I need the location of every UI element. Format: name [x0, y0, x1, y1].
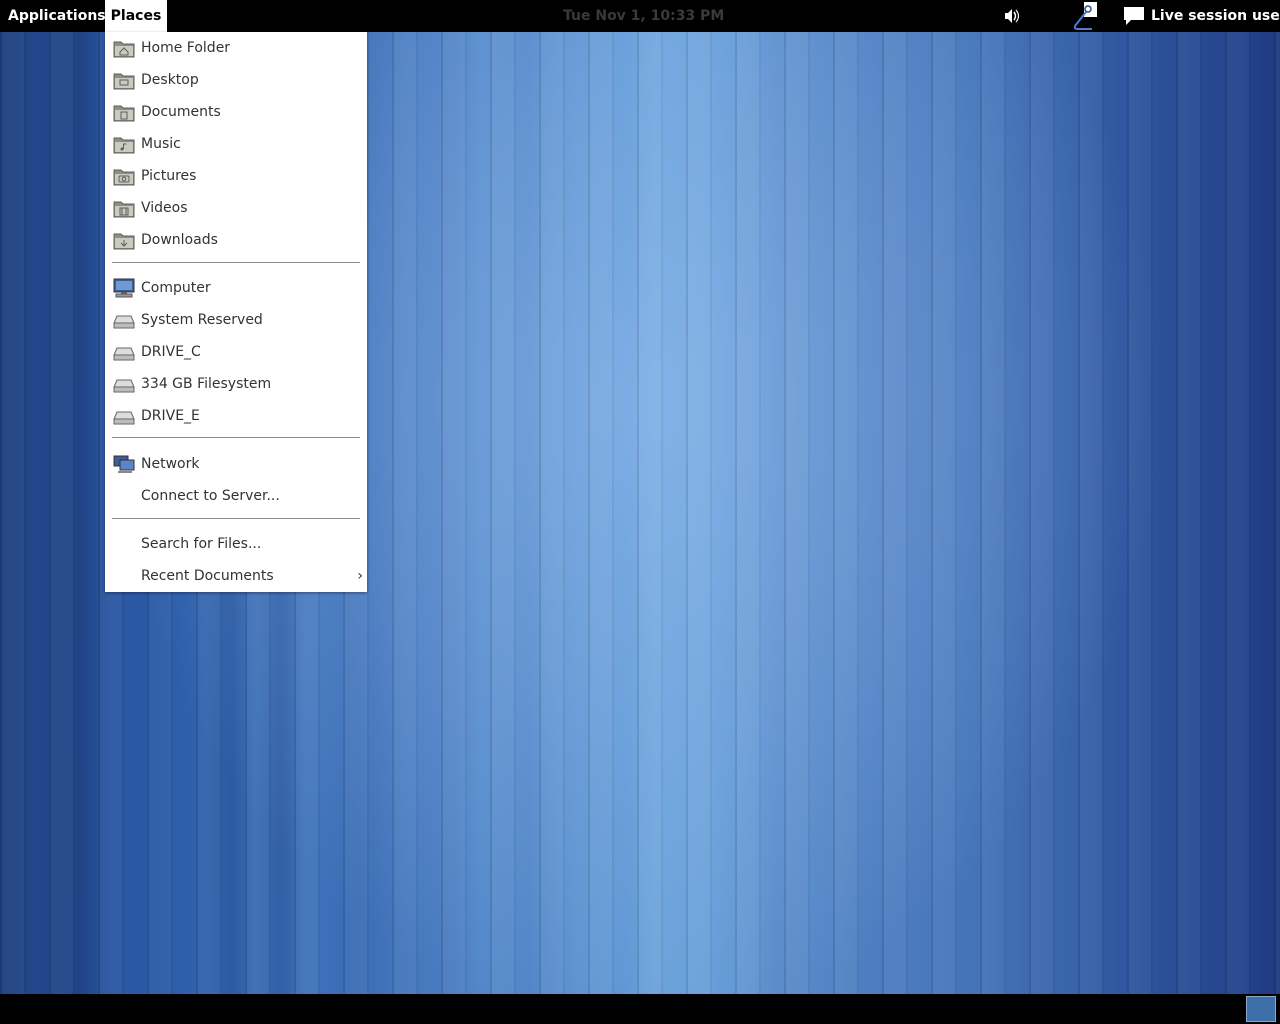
drive-icon: [113, 406, 135, 426]
places-item-pictures[interactable]: Pictures: [105, 160, 367, 192]
bottom-panel: [0, 994, 1280, 1024]
places-item-videos[interactable]: Videos: [105, 192, 367, 224]
places-item-drive-e[interactable]: DRIVE_E: [105, 400, 367, 432]
folder-pictures-icon: [113, 166, 135, 186]
places-item-system-reserved[interactable]: System Reserved: [105, 304, 367, 336]
places-item-network[interactable]: Network: [105, 448, 367, 480]
chat-icon[interactable]: [1122, 0, 1146, 32]
places-item-music[interactable]: Music: [105, 128, 367, 160]
menu-separator: [112, 262, 360, 263]
folder-documents-icon: [113, 102, 135, 122]
places-item-downloads[interactable]: Downloads: [105, 224, 367, 256]
places-dropdown-menu: Home Folder Desktop Documents Music Pict…: [105, 32, 367, 592]
user-menu-button[interactable]: Live session user: [1151, 0, 1280, 32]
places-menu-button[interactable]: Places: [105, 0, 167, 32]
drive-icon: [113, 310, 135, 330]
places-item-computer[interactable]: Computer: [105, 272, 367, 304]
accessibility-icon[interactable]: [1070, 0, 1100, 32]
places-item-334gb-filesystem[interactable]: 334 GB Filesystem: [105, 368, 367, 400]
workspace-switcher[interactable]: [1246, 996, 1276, 1022]
computer-icon: [113, 278, 135, 298]
folder-music-icon: [113, 134, 135, 154]
menu-separator: [112, 437, 360, 438]
network-icon: [113, 454, 135, 474]
places-item-desktop[interactable]: Desktop: [105, 64, 367, 96]
folder-desktop-icon: [113, 70, 135, 90]
chevron-right-icon: ›: [357, 568, 363, 584]
places-item-recent-documents[interactable]: Recent Documents ›: [105, 560, 367, 592]
folder-downloads-icon: [113, 230, 135, 250]
clock[interactable]: Tue Nov 1, 10:33 PM: [563, 0, 724, 32]
places-item-documents[interactable]: Documents: [105, 96, 367, 128]
places-item-home-folder[interactable]: Home Folder: [105, 32, 367, 64]
drive-icon: [113, 342, 135, 362]
places-item-search-for-files[interactable]: Search for Files...: [105, 528, 367, 560]
applications-menu-button[interactable]: Applications: [0, 0, 114, 32]
menu-separator: [112, 518, 360, 519]
folder-home-icon: [113, 38, 135, 58]
places-item-drive-c[interactable]: DRIVE_C: [105, 336, 367, 368]
folder-videos-icon: [113, 198, 135, 218]
volume-icon[interactable]: [1003, 0, 1021, 32]
places-item-connect-to-server[interactable]: Connect to Server...: [105, 480, 367, 512]
drive-icon: [113, 374, 135, 394]
top-bar: Applications Places Tue Nov 1, 10:33 PM …: [0, 0, 1280, 32]
